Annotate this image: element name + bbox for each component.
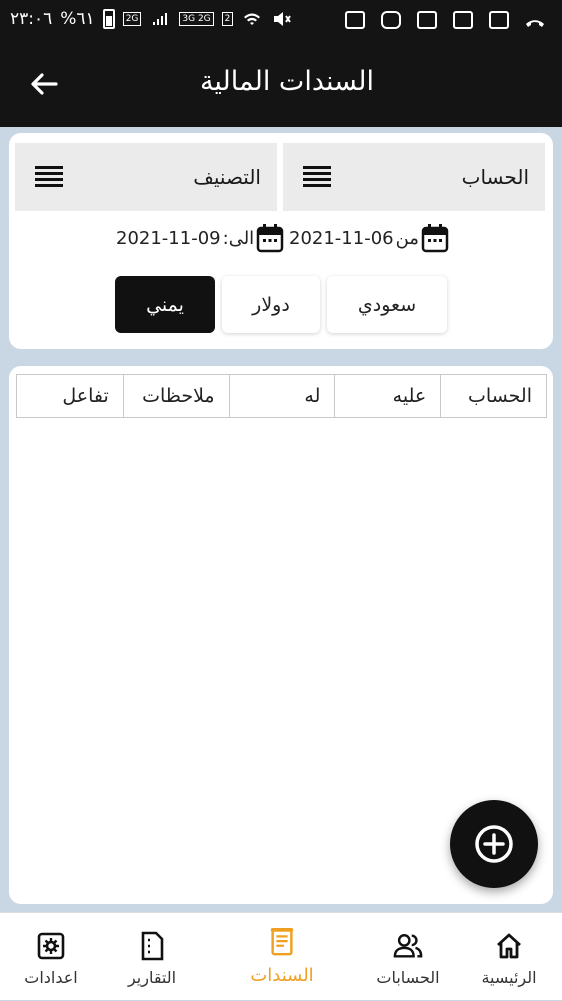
signal-icon (149, 8, 171, 30)
account-dropdown[interactable]: الحساب (283, 143, 545, 211)
notification-instagram-icon (380, 9, 402, 31)
wifi-icon (241, 8, 263, 30)
missed-call-icon (524, 9, 546, 31)
nav-settings-label: اعدادات (24, 968, 78, 987)
filters-card: الحساب التصنيف 2021-11-09 :الى 2021-11-0… (9, 133, 553, 349)
arrow-left-icon (31, 73, 58, 95)
currency-dollar-button[interactable]: دولار (222, 276, 320, 333)
battery-icon (102, 9, 115, 29)
notification-play-icon (416, 9, 438, 31)
currency-saudi-button[interactable]: سعودي (327, 276, 447, 333)
nav-settings[interactable]: اعدادات (0, 913, 107, 1001)
column-debit: عليه (334, 375, 440, 417)
account-dropdown-label: الحساب (461, 165, 529, 189)
column-actions: تفاعل (62, 385, 109, 407)
status-bar: ٢٣:٠٦ %٦١ 2G 3G 2G 2 (0, 0, 562, 42)
add-voucher-button[interactable] (450, 800, 538, 888)
nav-vouchers[interactable]: السندات (226, 913, 338, 1001)
back-button[interactable] (28, 68, 60, 100)
list-icon (35, 166, 63, 187)
from-date-picker[interactable]: 2021-11-06 من (289, 223, 449, 253)
nav-home[interactable]: الرئيسية (453, 913, 562, 1001)
sim-slot-badge: 2 (221, 12, 234, 26)
users-icon (393, 934, 423, 958)
status-left: ٢٣:٠٦ %٦١ 2G 3G 2G 2 (10, 8, 293, 30)
bottom-navigation: الرئيسية الحسابات السندات التقارير اعداد… (0, 912, 562, 1000)
to-date-label: :الى (222, 227, 255, 249)
notification-mail-icon (488, 9, 510, 31)
column-account: الحساب (440, 375, 546, 417)
notification-gallery-icon (452, 9, 474, 31)
settings-icon (37, 932, 65, 960)
notification-youtube-icon (344, 9, 366, 31)
currency-yemeni-button[interactable]: يمني (115, 276, 215, 333)
battery-percent: %٦١ (60, 9, 95, 29)
table-header: الحساب عليه له ملاحظات تفاعل (16, 374, 547, 418)
receipt-icon (270, 927, 294, 956)
mute-icon (271, 8, 293, 30)
nav-vouchers-label: السندات (250, 965, 314, 986)
to-date-value: 2021-11-09 (116, 227, 221, 249)
page-title: السندات المالية (199, 66, 374, 97)
report-icon (141, 931, 164, 961)
classification-dropdown[interactable]: التصنيف (15, 143, 277, 211)
from-date-value: 2021-11-06 (289, 227, 394, 249)
from-date-label: من (395, 227, 419, 249)
classification-dropdown-label: التصنيف (193, 165, 261, 189)
list-icon (303, 166, 331, 187)
app-bar: السندات المالية (0, 42, 562, 127)
status-right (344, 9, 546, 31)
column-credit: له (228, 375, 335, 417)
nav-reports-label: التقارير (127, 968, 177, 987)
calendar-icon (256, 224, 284, 253)
nav-reports[interactable]: التقارير (96, 913, 208, 1001)
home-icon (497, 933, 521, 959)
nav-accounts[interactable]: الحسابات (352, 913, 464, 1001)
date-range: 2021-11-09 :الى 2021-11-06 من (9, 223, 553, 259)
nav-accounts-label: الحسابات (376, 968, 440, 987)
column-notes: ملاحظات (122, 375, 229, 417)
plus-circle-icon (475, 825, 513, 863)
calendar-icon (421, 224, 449, 253)
network-3g-badge: 3G 2G (179, 12, 214, 26)
network-2g-badge: 2G (122, 12, 142, 26)
to-date-picker[interactable]: 2021-11-09 :الى (116, 223, 284, 253)
nav-home-label: الرئيسية (481, 968, 537, 987)
clock: ٢٣:٠٦ (10, 9, 53, 29)
